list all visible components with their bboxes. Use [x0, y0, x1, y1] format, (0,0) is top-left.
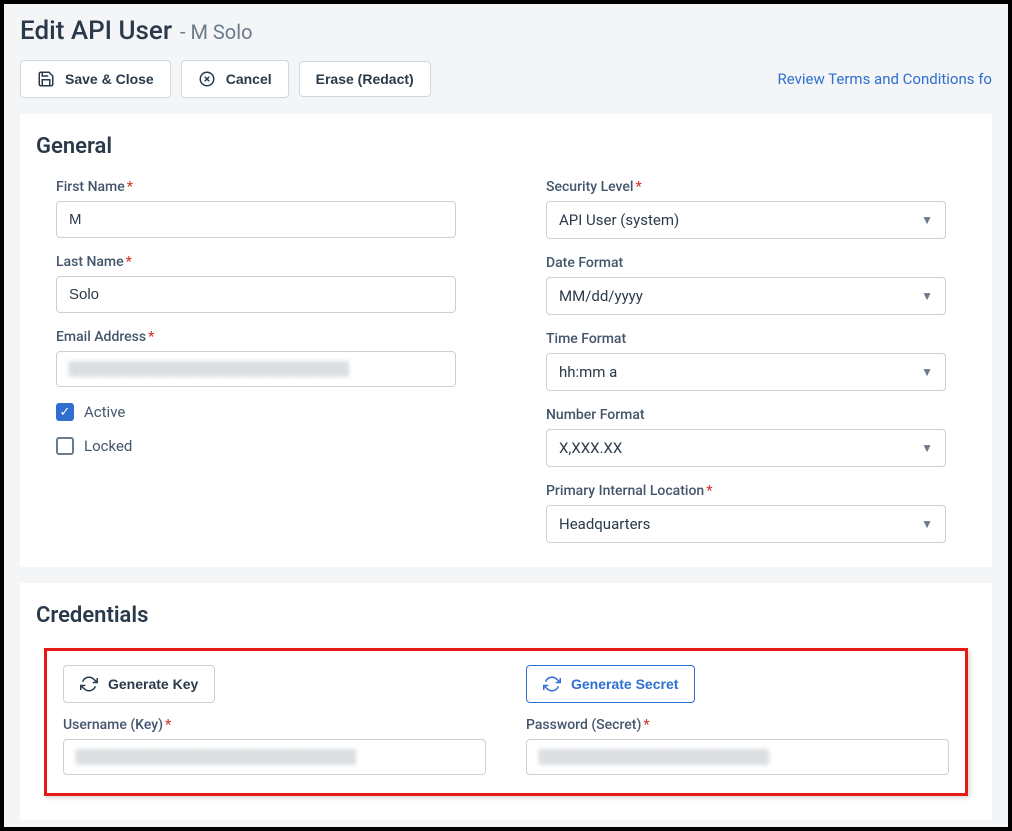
primary-location-field: Primary Internal Location* Headquarters … — [546, 483, 976, 543]
security-level-value: API User (system) — [559, 211, 679, 229]
password-label: Password (Secret)* — [526, 717, 949, 733]
last-name-label: Last Name* — [56, 254, 486, 270]
number-format-value: X,XXX.XX — [559, 439, 622, 457]
erase-button[interactable]: Erase (Redact) — [299, 61, 431, 97]
cancel-label: Cancel — [226, 71, 272, 87]
generate-secret-button[interactable]: Generate Secret — [526, 665, 695, 703]
password-input[interactable] — [526, 739, 949, 775]
date-format-label: Date Format — [546, 255, 976, 271]
first-name-field: First Name* — [56, 179, 486, 238]
primary-location-value: Headquarters — [559, 515, 650, 533]
generate-key-button[interactable]: Generate Key — [63, 665, 215, 703]
primary-location-select[interactable]: Headquarters ▼ — [546, 505, 946, 543]
cancel-icon — [198, 70, 216, 88]
general-title: General — [36, 134, 976, 159]
generate-key-label: Generate Key — [108, 676, 198, 692]
chevron-down-icon: ▼ — [921, 441, 933, 455]
credentials-panel: Credentials Generate Key Username (Key)* — [20, 583, 992, 820]
primary-location-label: Primary Internal Location* — [546, 483, 976, 499]
username-label: Username (Key)* — [63, 717, 486, 733]
general-panel: General First Name* Last Name* Email Add… — [20, 114, 992, 567]
email-label: Email Address* — [56, 329, 486, 345]
active-checkbox[interactable]: ✓ — [56, 403, 74, 421]
security-level-field: Security Level* API User (system) ▼ — [546, 179, 976, 239]
credentials-highlight-box: Generate Key Username (Key)* Generate Se… — [44, 648, 968, 796]
save-close-button[interactable]: Save & Close — [20, 60, 171, 98]
save-icon — [37, 70, 55, 88]
erase-label: Erase (Redact) — [316, 71, 414, 87]
first-name-label: First Name* — [56, 179, 486, 195]
security-level-label: Security Level* — [546, 179, 976, 195]
refresh-icon — [80, 675, 98, 693]
refresh-icon — [543, 675, 561, 693]
chevron-down-icon: ▼ — [921, 289, 933, 303]
page-title-main: Edit API User — [20, 16, 172, 46]
generate-secret-label: Generate Secret — [571, 676, 678, 692]
date-format-field: Date Format MM/dd/yyyy ▼ — [546, 255, 976, 315]
page-title-sub: - M Solo — [180, 20, 252, 44]
security-level-select[interactable]: API User (system) ▼ — [546, 201, 946, 239]
email-input[interactable] — [56, 351, 456, 387]
time-format-select[interactable]: hh:mm a ▼ — [546, 353, 946, 391]
time-format-label: Time Format — [546, 331, 976, 347]
time-format-value: hh:mm a — [559, 363, 617, 381]
locked-label: Locked — [84, 437, 132, 455]
chevron-down-icon: ▼ — [921, 517, 933, 531]
cancel-button[interactable]: Cancel — [181, 60, 289, 98]
number-format-select[interactable]: X,XXX.XX ▼ — [546, 429, 946, 467]
number-format-label: Number Format — [546, 407, 976, 423]
last-name-field: Last Name* — [56, 254, 486, 313]
credentials-title: Credentials — [36, 603, 976, 628]
number-format-field: Number Format X,XXX.XX ▼ — [546, 407, 976, 467]
toolbar: Save & Close Cancel Erase (Redact) Revie… — [20, 60, 992, 98]
chevron-down-icon: ▼ — [921, 365, 933, 379]
active-label: Active — [84, 403, 125, 421]
username-input[interactable] — [63, 739, 486, 775]
chevron-down-icon: ▼ — [921, 213, 933, 227]
time-format-field: Time Format hh:mm a ▼ — [546, 331, 976, 391]
username-field: Username (Key)* — [63, 717, 486, 775]
locked-checkbox[interactable] — [56, 437, 74, 455]
date-format-select[interactable]: MM/dd/yyyy ▼ — [546, 277, 946, 315]
date-format-value: MM/dd/yyyy — [559, 287, 643, 305]
page-title: Edit API User - M Solo — [20, 16, 992, 46]
first-name-input[interactable] — [56, 201, 456, 238]
password-field: Password (Secret)* — [526, 717, 949, 775]
terms-link[interactable]: Review Terms and Conditions fo — [777, 70, 992, 88]
save-close-label: Save & Close — [65, 71, 154, 87]
email-field: Email Address* — [56, 329, 486, 387]
active-checkbox-row: ✓ Active — [56, 403, 486, 421]
last-name-input[interactable] — [56, 276, 456, 313]
locked-checkbox-row: Locked — [56, 437, 486, 455]
